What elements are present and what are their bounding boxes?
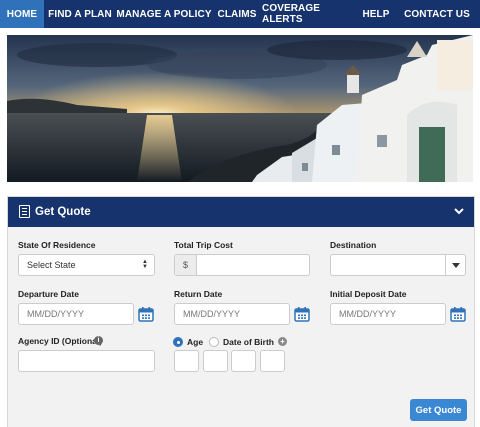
agency-label: Agency ID (Optional) xyxy=(18,336,103,346)
state-select[interactable]: Select State ▲ ▼ xyxy=(18,254,155,276)
get-quote-panel: Get Quote State Of Residence Total Trip … xyxy=(7,196,475,427)
document-icon xyxy=(19,205,30,218)
chevron-down-icon[interactable] xyxy=(453,205,465,217)
trip-cost-label: Total Trip Cost xyxy=(174,240,233,250)
currency-addon: $ xyxy=(175,255,197,275)
nav-contact-us[interactable]: CONTACT US xyxy=(394,0,480,28)
return-date-input[interactable]: MM/DD/YYYY xyxy=(174,303,290,325)
nav-find-a-plan[interactable]: FIND A PLAN xyxy=(44,0,116,28)
add-traveler-icon[interactable]: + xyxy=(278,337,287,346)
caret-down-icon xyxy=(451,262,460,268)
get-quote-button[interactable]: Get Quote xyxy=(410,399,467,421)
agency-id-input[interactable] xyxy=(18,350,155,372)
dropdown-button[interactable] xyxy=(445,255,465,275)
age-input[interactable] xyxy=(174,350,199,372)
dob-option-label: Date of Birth xyxy=(223,337,274,347)
departure-placeholder: MM/DD/YYYY xyxy=(27,309,85,319)
age-input[interactable] xyxy=(203,350,228,372)
nav-home[interactable]: HOME xyxy=(0,0,44,28)
destination-select[interactable] xyxy=(330,254,466,276)
nav-help[interactable]: HELP xyxy=(358,0,394,28)
trip-cost-input[interactable]: $ xyxy=(174,254,310,276)
calendar-icon[interactable] xyxy=(294,306,310,322)
info-icon[interactable]: i xyxy=(94,336,103,345)
destination-label: Destination xyxy=(330,240,377,250)
deposit-label: Initial Deposit Date xyxy=(330,289,407,299)
departure-label: Departure Date xyxy=(18,289,79,299)
main-nav: HOME FIND A PLAN MANAGE A POLICY CLAIMS … xyxy=(0,0,480,28)
nav-coverage-alerts[interactable]: COVERAGE ALERTS xyxy=(262,0,358,28)
dob-radio[interactable] xyxy=(209,337,219,347)
deposit-placeholder: MM/DD/YYYY xyxy=(339,309,397,319)
age-input[interactable] xyxy=(260,350,285,372)
age-radio[interactable] xyxy=(173,337,183,347)
age-option-label: Age xyxy=(187,337,204,347)
deposit-date-input[interactable]: MM/DD/YYYY xyxy=(330,303,446,325)
age-input[interactable] xyxy=(231,350,256,372)
state-label: State Of Residence xyxy=(18,240,96,250)
get-quote-title: Get Quote xyxy=(35,206,91,218)
get-quote-header[interactable]: Get Quote xyxy=(8,197,474,227)
select-arrows-icon: ▲ ▼ xyxy=(142,259,148,270)
calendar-icon[interactable] xyxy=(450,306,466,322)
nav-manage-a-policy[interactable]: MANAGE A POLICY xyxy=(116,0,212,28)
departure-date-input[interactable]: MM/DD/YYYY xyxy=(18,303,134,325)
state-select-value: Select State xyxy=(27,260,76,270)
nav-claims[interactable]: CLAIMS xyxy=(212,0,262,28)
return-placeholder: MM/DD/YYYY xyxy=(183,309,241,319)
calendar-icon[interactable] xyxy=(138,306,154,322)
return-label: Return Date xyxy=(174,289,223,299)
hero-image xyxy=(7,35,473,182)
